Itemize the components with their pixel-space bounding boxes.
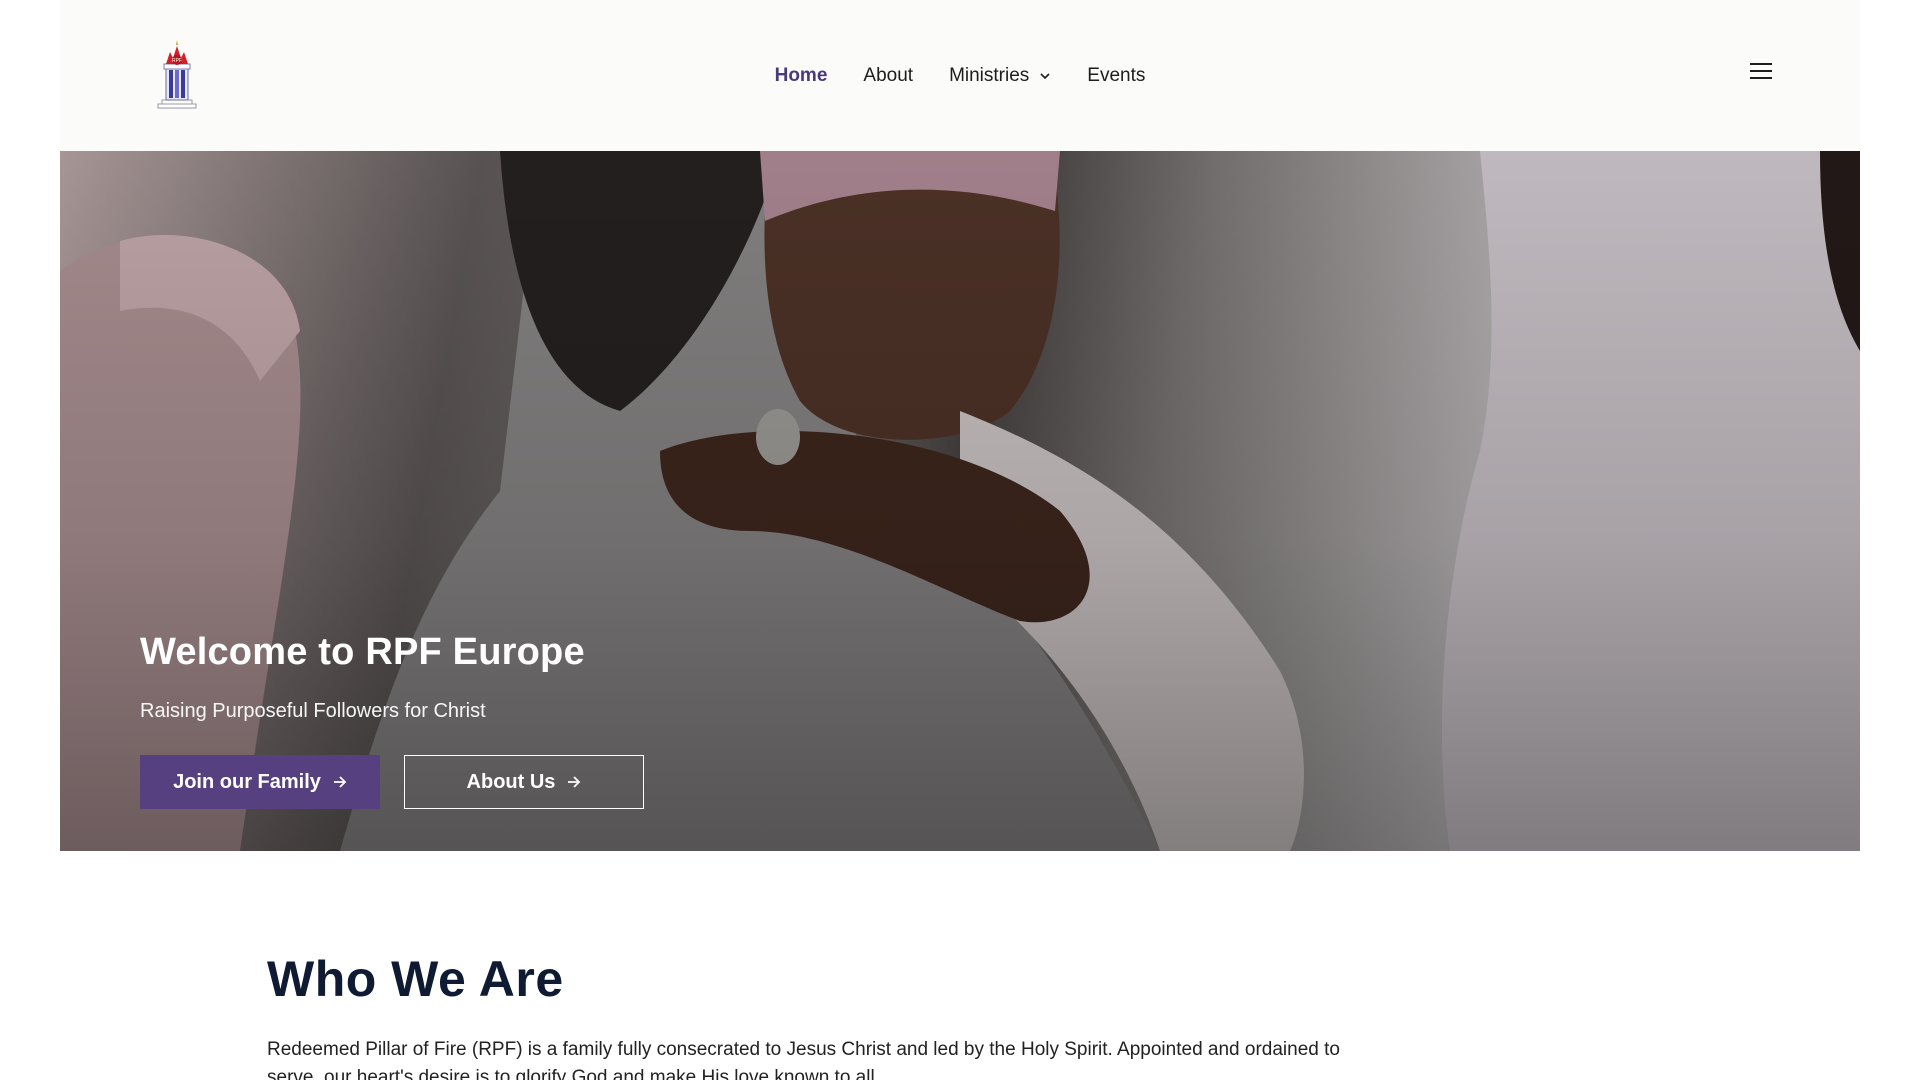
who-we-are-line-2: serve, our heart's desire is to glorify … — [267, 1067, 880, 1080]
hamburger-menu-icon[interactable] — [1750, 63, 1772, 85]
hero-title: Welcome to RPF Europe — [140, 631, 585, 673]
main-nav: Home About Ministries Events — [60, 0, 1860, 151]
who-we-are-title: Who We Are — [267, 951, 564, 1007]
who-we-are-line-1: Redeemed Pillar of Fire (RPF) is a famil… — [267, 1039, 1340, 1060]
nav-home[interactable]: Home — [775, 65, 828, 87]
nav-about[interactable]: About — [863, 65, 913, 87]
site-header: RPF Home About Ministries Events — [60, 0, 1860, 151]
about-us-button[interactable]: About Us — [404, 755, 644, 809]
who-we-are-section: Who We Are Redeemed Pillar of Fire (RPF)… — [267, 950, 1467, 1080]
hero-content: Welcome to RPF Europe Raising Purposeful… — [140, 631, 644, 809]
join-family-button[interactable]: Join our Family — [140, 755, 380, 809]
join-family-label: Join our Family — [173, 770, 321, 793]
nav-events-label: Events — [1087, 64, 1146, 86]
arrow-right-icon — [333, 776, 347, 788]
hero-buttons: Join our Family About Us — [140, 755, 644, 809]
nav-ministries-label: Ministries — [949, 64, 1030, 86]
chevron-down-icon — [1040, 72, 1050, 79]
nav-home-label: Home — [774, 64, 828, 86]
hero-subtitle: Raising Purposeful Followers for Christ — [140, 700, 486, 722]
site-frame: RPF Home About Ministries Events Welcome… — [60, 0, 1860, 851]
hero-banner: Welcome to RPF Europe Raising Purposeful… — [60, 151, 1860, 851]
nav-about-label: About — [863, 64, 914, 86]
nav-events[interactable]: Events — [1087, 65, 1145, 87]
arrow-right-icon — [568, 776, 581, 788]
who-we-are-text: Redeemed Pillar of Fire (RPF) is a famil… — [267, 1036, 1467, 1080]
about-us-label: About Us — [466, 770, 556, 793]
page: RPF Home About Ministries Events Welcome… — [0, 0, 1920, 1080]
nav-ministries[interactable]: Ministries — [949, 65, 1051, 87]
